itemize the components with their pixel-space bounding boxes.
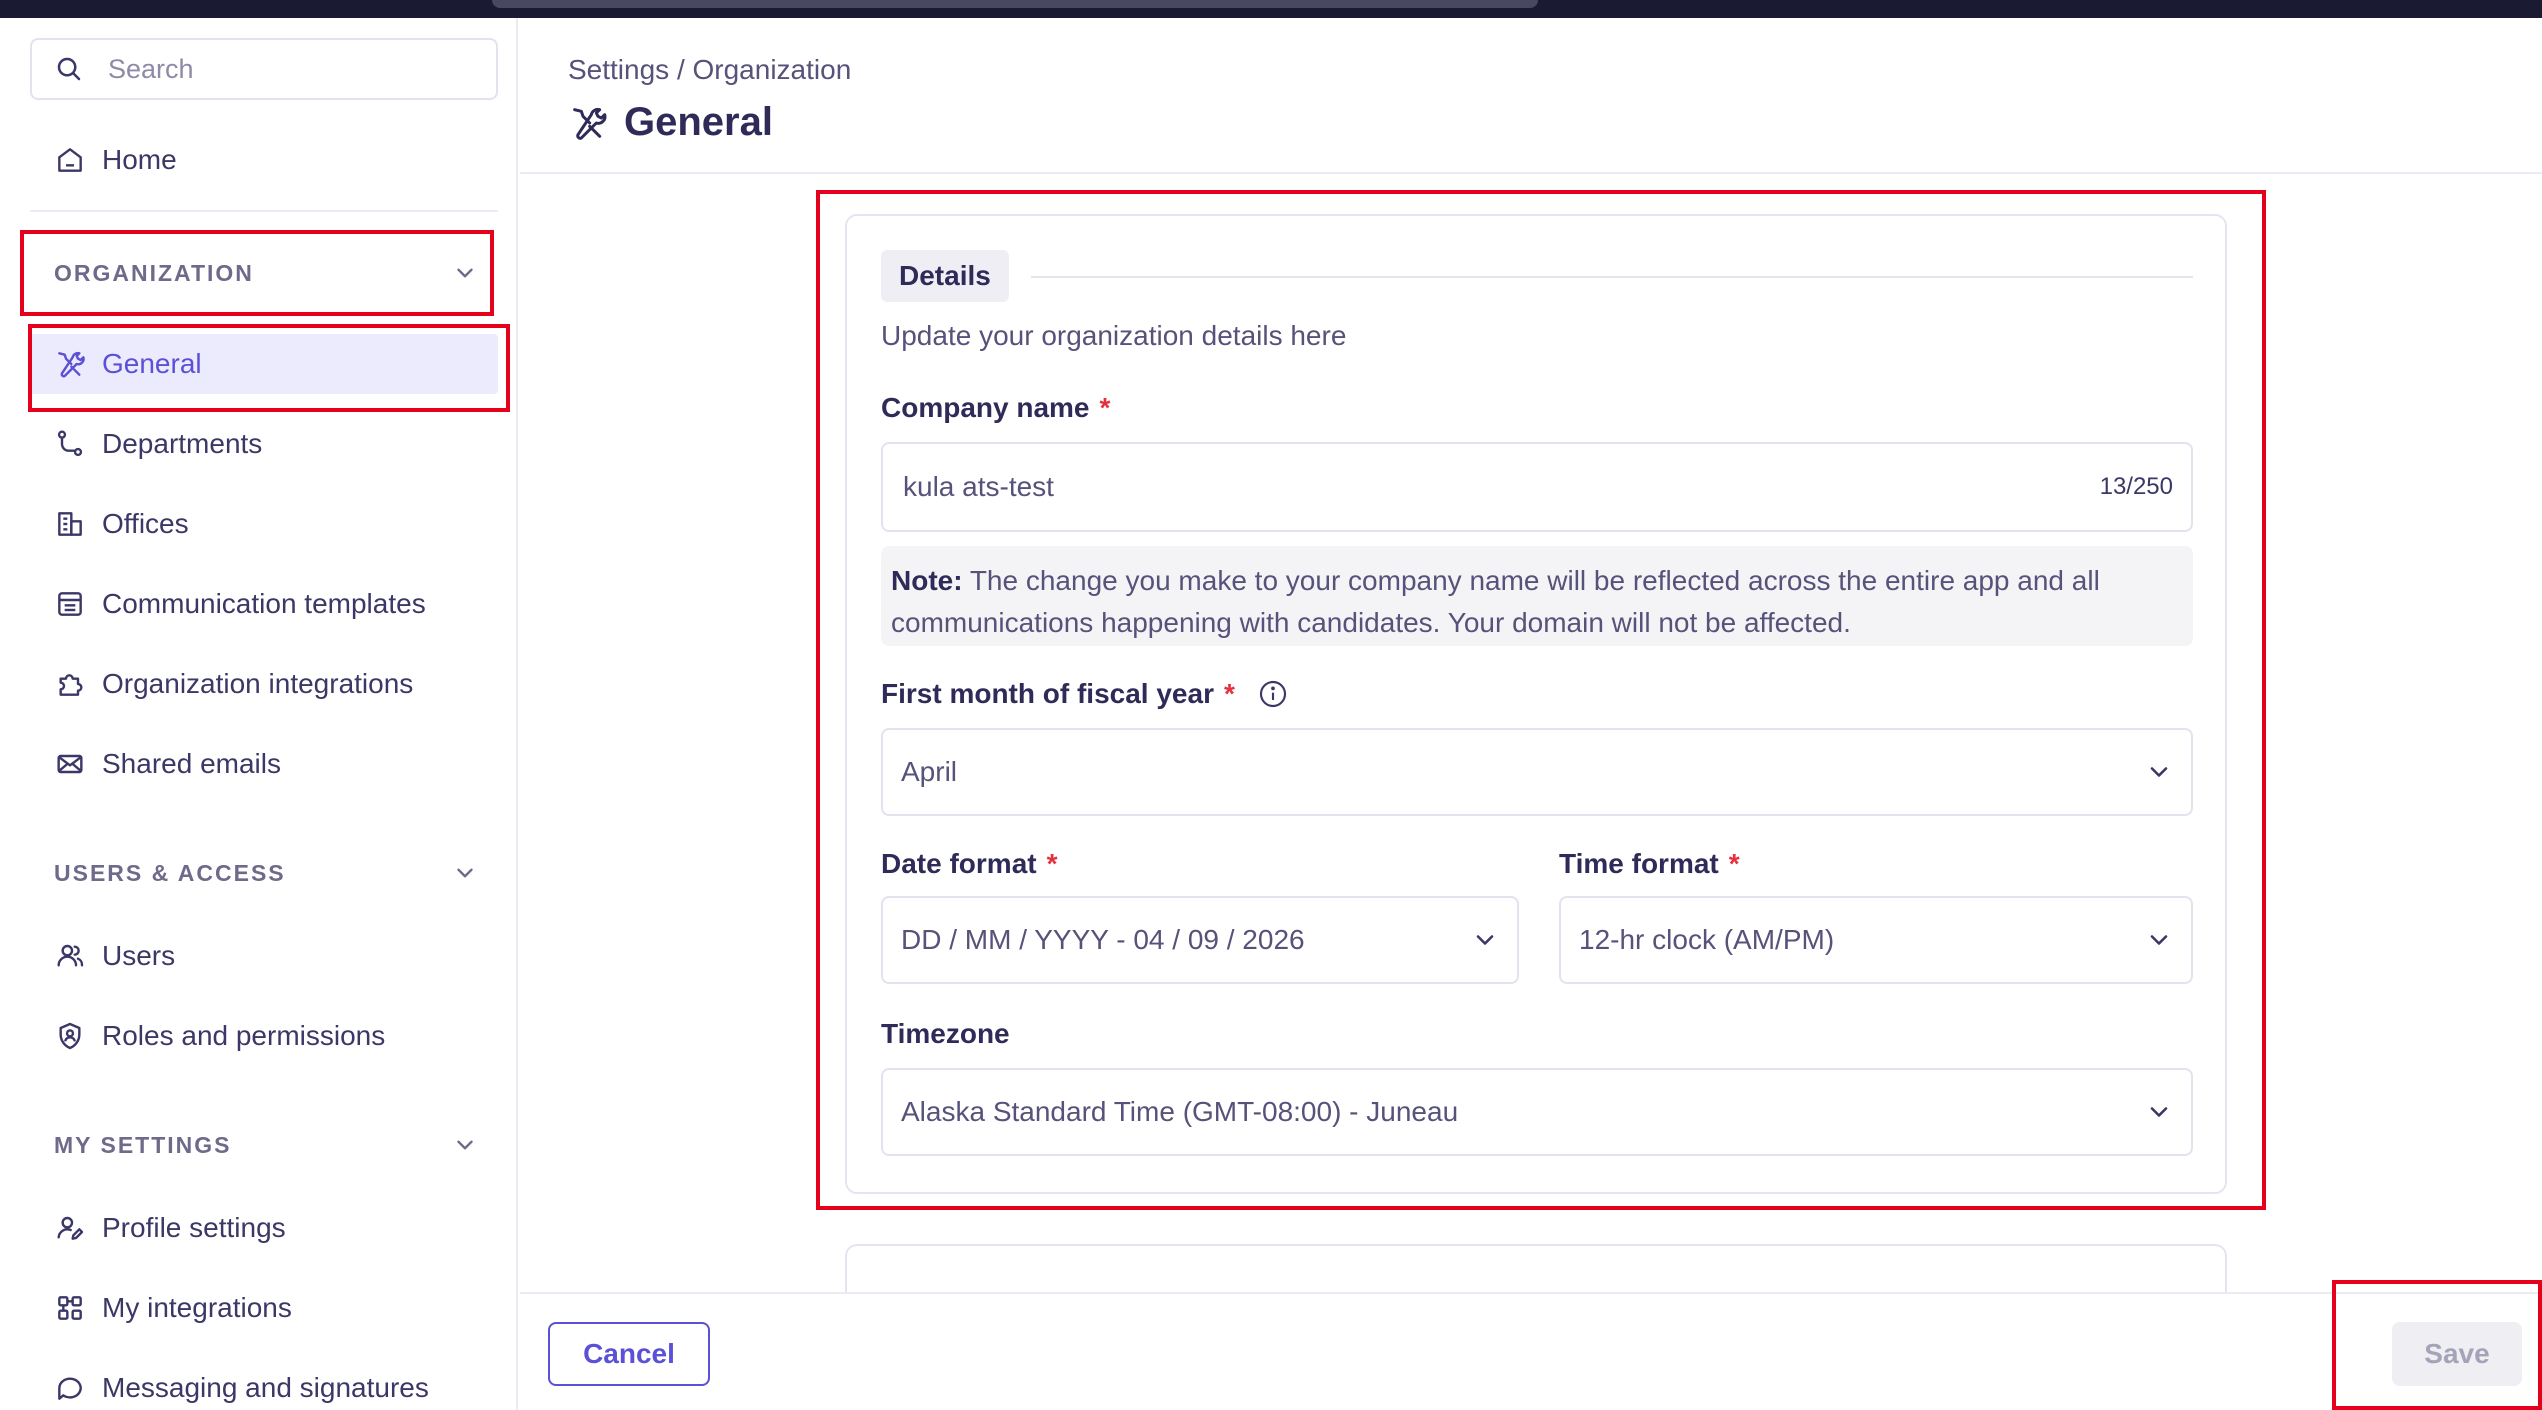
sidebar-item-communication-templates[interactable]: Communication templates <box>30 574 498 634</box>
template-icon <box>58 592 82 616</box>
breadcrumb: Settings / Organization <box>568 54 852 85</box>
form-footer: Cancel Save <box>520 1292 2542 1410</box>
sidebar-item-profile-settings[interactable]: Profile settings <box>30 1198 498 1258</box>
header-divider <box>520 172 2542 174</box>
highlight-box-save <box>2332 1280 2542 1410</box>
sidebar-item-label: Departments <box>102 428 263 459</box>
sidebar-item-shared-emails[interactable]: Shared emails <box>30 734 498 794</box>
puzzle-icon <box>59 674 83 696</box>
building-icon <box>58 512 82 536</box>
sidebar-item-home[interactable]: Home <box>30 130 498 190</box>
search-input[interactable] <box>108 53 468 85</box>
chevron-down-icon <box>457 1140 473 1150</box>
section-users-access[interactable]: USERS & ACCESS <box>30 848 478 898</box>
sidebar-item-label: Communication templates <box>102 588 426 619</box>
highlight-box-details <box>816 190 2266 1210</box>
sidebar-item-label: Offices <box>102 508 189 539</box>
sidebar-item-label: Organization integrations <box>102 668 414 699</box>
sidebar-item-label: Roles and permissions <box>102 1020 386 1051</box>
highlight-box-general <box>28 324 510 412</box>
cancel-button[interactable]: Cancel <box>548 1322 710 1386</box>
search-icon <box>57 57 81 81</box>
git-branch-icon <box>57 430 83 457</box>
chevron-down-icon <box>457 868 473 878</box>
sidebar-item-organization-integrations[interactable]: Organization integrations <box>30 654 498 714</box>
users-icon <box>57 944 84 967</box>
home-icon <box>58 148 82 172</box>
integrations-icon <box>58 1296 82 1320</box>
section-header-label: MY SETTINGS <box>54 1131 232 1158</box>
sidebar-item-label: Users <box>102 940 176 971</box>
page-title-text: General <box>624 100 773 144</box>
sidebar-item-label: My integrations <box>102 1292 292 1323</box>
shield-user-icon <box>59 1022 81 1050</box>
sidebar-item-my-integrations[interactable]: My integrations <box>30 1278 498 1338</box>
section-my-settings[interactable]: MY SETTINGS <box>30 1120 478 1170</box>
sidebar-item-label: Home <box>102 144 177 175</box>
search-box[interactable] <box>30 38 498 100</box>
mail-icon <box>57 754 83 774</box>
highlight-box-organization <box>20 230 494 316</box>
page-title: General <box>568 100 773 145</box>
sidebar-item-roles-permissions[interactable]: Roles and permissions <box>30 1006 498 1066</box>
sidebar-item-departments[interactable]: Departments <box>30 414 498 474</box>
sidebar-item-label: Messaging and signatures <box>102 1372 429 1403</box>
message-icon <box>58 1377 82 1400</box>
sidebar: Home ORGANIZATION General Departments Of… <box>0 18 518 1410</box>
divider <box>30 210 498 212</box>
sidebar-item-offices[interactable]: Offices <box>30 494 498 554</box>
sidebar-item-label: Profile settings <box>102 1212 286 1243</box>
section-header-label: USERS & ACCESS <box>54 859 286 886</box>
sidebar-item-users[interactable]: Users <box>30 926 498 986</box>
top-bar-pill <box>492 0 1538 8</box>
sidebar-item-label: Shared emails <box>102 748 281 779</box>
sidebar-item-messaging-signatures[interactable]: Messaging and signatures <box>30 1358 498 1410</box>
top-bar <box>0 0 2542 18</box>
user-edit-icon <box>57 1216 84 1240</box>
tools-icon <box>573 107 607 140</box>
